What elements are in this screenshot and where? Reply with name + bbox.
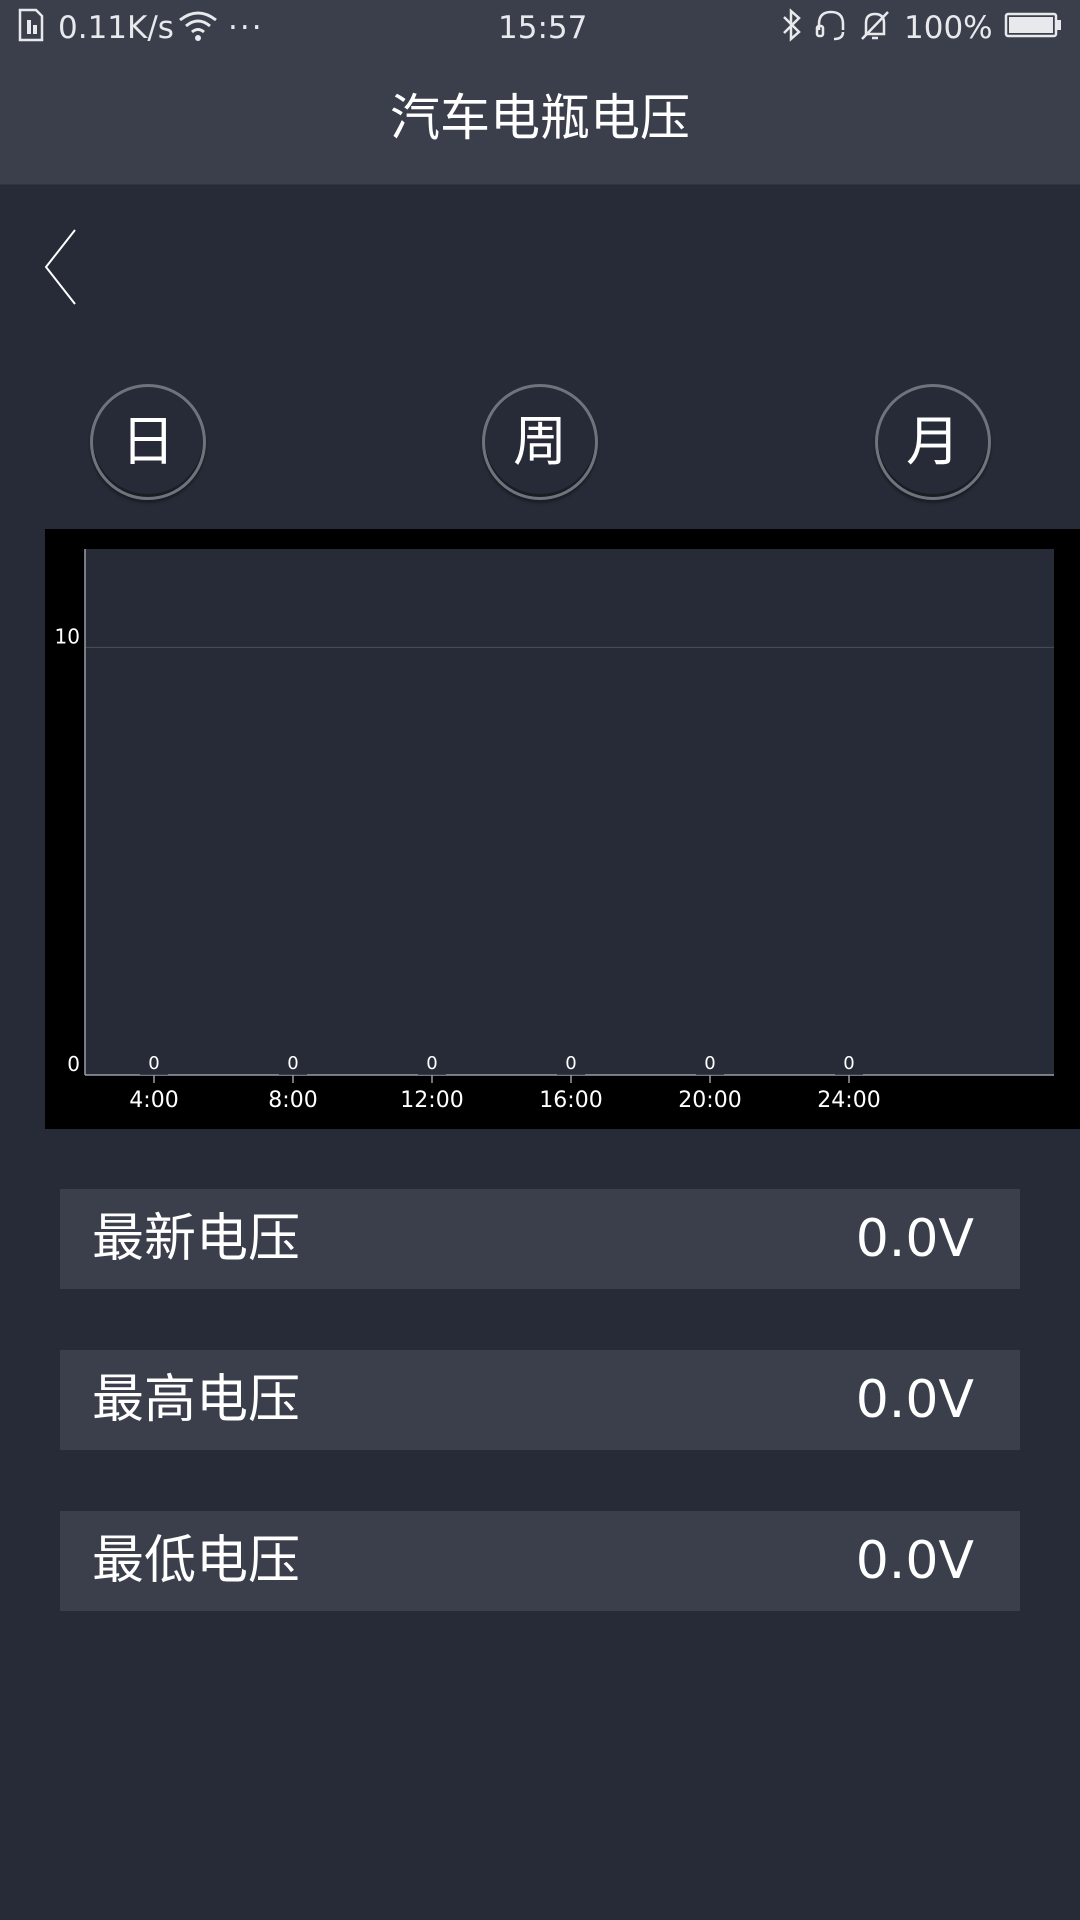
wifi-icon	[178, 8, 218, 48]
back-button[interactable]	[30, 222, 90, 312]
data-label: 0	[565, 1053, 576, 1074]
x-tick-label: 8:00	[268, 1088, 317, 1113]
data-label: 0	[843, 1053, 854, 1074]
plot-area	[85, 549, 1054, 1075]
y-tick-label: 10	[55, 624, 80, 648]
chevron-left-icon	[44, 229, 76, 305]
stat-value-latest: 0.0V	[855, 1209, 974, 1269]
x-tick-label: 12:00	[400, 1088, 463, 1113]
data-label: 0	[704, 1053, 715, 1074]
bar	[696, 1074, 724, 1075]
x-tick-label: 24:00	[817, 1088, 880, 1113]
bluetooth-icon	[780, 8, 804, 48]
title-bar: 汽车电瓶电压	[0, 56, 1080, 185]
headset-icon	[814, 8, 848, 48]
x-tick-label: 16:00	[539, 1088, 602, 1113]
net-speed: 0.11K/s	[58, 10, 174, 46]
battery-percent: 100%	[904, 10, 993, 46]
sim-icon	[16, 8, 46, 48]
stat-value-highest: 0.0V	[855, 1370, 974, 1430]
tab-week[interactable]: 周	[482, 384, 598, 500]
tab-day[interactable]: 日	[90, 384, 206, 500]
stat-label-highest: 最高电压	[92, 1370, 301, 1430]
bar	[418, 1074, 446, 1075]
x-tick-label: 4:00	[129, 1088, 178, 1113]
data-label: 0	[426, 1053, 437, 1074]
chart-svg: 0 10 0 4:00 0 8:00 0 12:00 0 16:00 0 20:00 0 24:00	[55, 549, 1054, 1113]
bar	[835, 1074, 863, 1075]
battery-icon	[1004, 8, 1064, 48]
bar	[279, 1074, 307, 1075]
voltage-chart: 0 10 0 4:00 0 8:00 0 12:00 0 16:00 0 20:00 0 24:00	[45, 529, 1080, 1129]
stat-row-highest: 最高电压 0.0V	[60, 1350, 1020, 1450]
page-title: 汽车电瓶电压	[390, 89, 690, 147]
y-tick-label: 0	[67, 1052, 80, 1076]
bell-off-icon	[858, 8, 892, 48]
more-dots: ···	[228, 10, 264, 46]
bar	[140, 1074, 168, 1075]
data-label: 0	[287, 1053, 298, 1074]
data-label: 0	[148, 1053, 159, 1074]
bar	[557, 1074, 585, 1075]
stat-label-latest: 最新电压	[92, 1209, 301, 1269]
stat-row-lowest: 最低电压 0.0V	[60, 1511, 1020, 1611]
status-bar: 0.11K/s ··· 15:57 100%	[0, 0, 1080, 56]
x-tick-label: 20:00	[678, 1088, 741, 1113]
stat-row-latest: 最新电压 0.0V	[60, 1189, 1020, 1289]
stat-label-lowest: 最低电压	[92, 1531, 301, 1591]
tab-month[interactable]: 月	[875, 384, 991, 500]
clock: 15:57	[498, 10, 588, 46]
stat-value-lowest: 0.0V	[855, 1531, 974, 1591]
